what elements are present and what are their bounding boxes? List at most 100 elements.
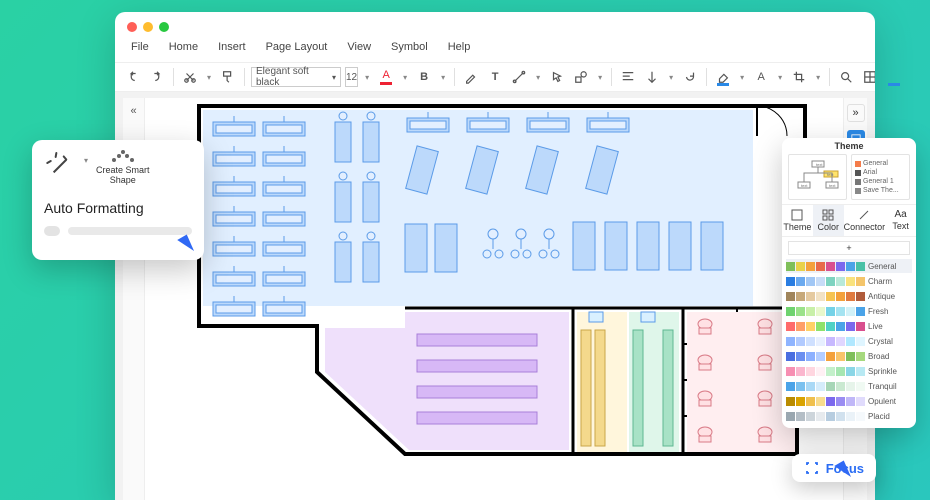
bold-button[interactable]: B [414,67,434,87]
floor-plan [197,104,837,464]
swatch-row[interactable]: General [786,259,912,273]
separator [611,68,612,86]
font-select[interactable]: Elegant soft black ▾ [251,67,341,87]
caret-icon[interactable]: ▾ [737,73,747,82]
separator [173,68,174,86]
swatch-label: Charm [868,277,892,286]
sidebar-collapse-button[interactable]: » [847,104,865,122]
menu-bar: File Home Insert Page Layout View Symbol… [115,36,875,62]
undo-button[interactable] [123,67,143,87]
menu-page-layout[interactable]: Page Layout [258,38,336,56]
swatch-label: Fresh [868,307,888,316]
theme-add-row: + [782,237,916,259]
create-smart-shape-button[interactable]: Create Smart Shape [96,150,150,186]
theme-preview-item[interactable]: General 1 [855,178,906,185]
tab-text[interactable]: AaText [885,205,916,236]
caret-icon[interactable]: ▾ [813,73,823,82]
swatch-row[interactable]: Opulent [786,394,912,408]
connector-tool-button[interactable] [509,67,529,87]
crop-button[interactable] [789,67,809,87]
swatch-row[interactable]: Tranquil [786,379,912,393]
text-style-button[interactable]: A [751,67,771,87]
close-icon[interactable] [127,22,137,32]
caret-icon[interactable]: ▾ [204,73,214,82]
menu-symbol[interactable]: Symbol [383,38,436,56]
theme-preview: text text text text General Arial General … [782,154,916,204]
caret-icon[interactable]: ▾ [533,73,543,82]
caret-icon[interactable]: ▾ [400,73,410,82]
window-controls [115,12,875,36]
swatch-row[interactable]: Crystal [786,334,912,348]
slider-knob[interactable] [44,226,60,236]
caret-icon[interactable]: ▾ [595,73,605,82]
format-painter-button[interactable] [218,67,238,87]
menu-home[interactable]: Home [161,38,206,56]
color-swatch-list: General Charm Antique Fresh Live Crystal Broad… [782,259,916,428]
shapes-button[interactable] [571,67,591,87]
tab-color[interactable]: Color [813,205,844,236]
chevron-down-icon[interactable]: ▾ [84,156,88,165]
menu-view[interactable]: View [339,38,379,56]
align-button[interactable] [618,67,638,87]
redo-button[interactable] [147,67,167,87]
menu-file[interactable]: File [123,38,157,56]
swatch-label: Tranquil [868,382,897,391]
theme-preview-list[interactable]: General Arial General 1 Save The... [851,154,910,200]
magic-wand-icon[interactable] [44,150,76,182]
swatch-row[interactable]: Live [786,319,912,333]
font-size-value: 12 [346,72,357,83]
focus-icon [804,460,820,476]
swatch-row[interactable]: Fresh [786,304,912,318]
theme-preview-diagram[interactable]: text text text text [788,154,847,200]
eyedropper-button[interactable] [461,67,481,87]
theme-panel: Theme text text text text GeneralArialGe… [782,138,916,428]
caret-icon[interactable]: ▾ [666,73,676,82]
zoom-button[interactable] [836,67,856,87]
grid-button[interactable] [860,67,875,87]
tab-theme[interactable]: Theme [782,205,813,236]
toolbar: ▾ Elegant soft black ▾ 12 ▾ A ▾ B ▾ T ▾ … [115,62,875,92]
auto-format-card: ▾ Create Smart Shape Auto Formatting [32,140,204,260]
svg-text:text: text [801,183,808,188]
menu-insert[interactable]: Insert [210,38,254,56]
swatch-row[interactable]: Broad [786,349,912,363]
panel-toggle-button[interactable]: « [125,102,143,120]
caret-icon[interactable]: ▾ [775,73,785,82]
add-theme-button[interactable]: + [788,241,910,255]
font-size-select[interactable]: 12 [345,67,358,87]
swatch-row[interactable]: Sprinkle [786,364,912,378]
cursor-icon [177,234,196,255]
tab-connector[interactable]: Connector [844,205,886,236]
rotate-button[interactable] [680,67,700,87]
swatch-row[interactable]: Antique [786,289,912,303]
theme-tabs: Theme Color Connector AaText [782,204,916,237]
font-name: Elegant soft black [256,66,332,88]
theme-panel-title: Theme [782,138,916,154]
theme-preview-item[interactable]: Arial [855,169,906,176]
svg-text:text: text [816,162,823,167]
auto-format-slider[interactable] [44,226,192,236]
menu-help[interactable]: Help [440,38,479,56]
maximize-icon[interactable] [159,22,169,32]
focus-button[interactable]: Focus [792,454,876,482]
minimize-icon[interactable] [143,22,153,32]
canvas-wrap: « [115,92,875,500]
text-direction-button[interactable] [642,67,662,87]
separator [706,68,707,86]
swatch-row[interactable]: Placid [786,409,912,423]
swatch-label: Live [868,322,883,331]
canvas[interactable]: « [123,98,867,500]
fill-color-button[interactable] [713,67,733,87]
chevron-down-icon: ▾ [332,73,336,82]
caret-icon[interactable]: ▾ [362,73,372,82]
text-tool-button[interactable]: T [485,67,505,87]
cut-button[interactable] [180,67,200,87]
theme-preview-item[interactable]: General [855,160,906,167]
swatch-label: Broad [868,352,889,361]
pointer-tool-button[interactable] [547,67,567,87]
svg-text:text: text [827,172,834,177]
theme-preview-item[interactable]: Save The... [855,187,906,194]
swatch-row[interactable]: Charm [786,274,912,288]
caret-icon[interactable]: ▾ [438,73,448,82]
font-color-button[interactable]: A [376,67,396,87]
